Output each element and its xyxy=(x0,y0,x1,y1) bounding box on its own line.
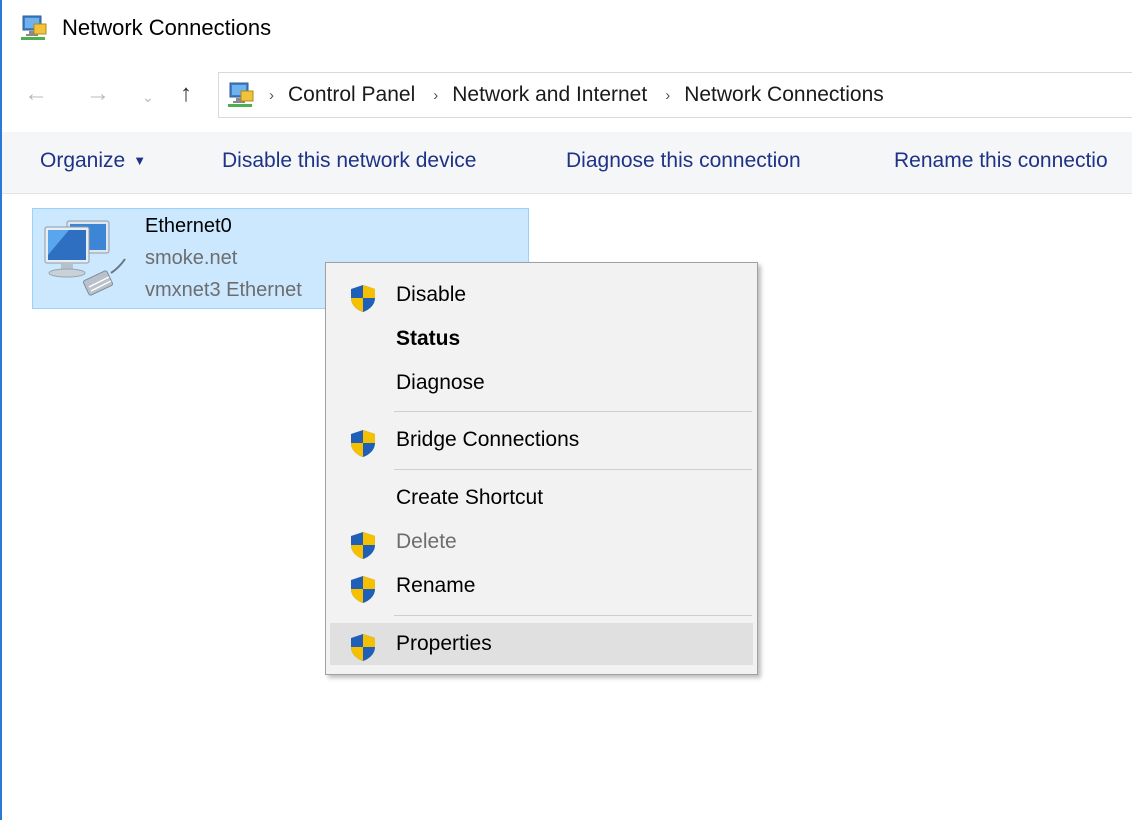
uac-shield-icon xyxy=(351,634,375,661)
menu-item-diagnose[interactable]: Diagnose xyxy=(330,362,753,404)
menu-item-label: Rename xyxy=(396,574,476,597)
network-connections-icon xyxy=(228,82,254,107)
menu-item-properties[interactable]: Properties xyxy=(330,623,753,665)
menu-item-label: Status xyxy=(396,327,461,350)
uac-shield-icon xyxy=(351,430,375,457)
context-menu: Disable Status Diagnose Bridge Connectio… xyxy=(325,262,758,675)
address-bar[interactable]: › Control Panel › Network and Internet ›… xyxy=(218,72,1132,118)
menu-item-label: Diagnose xyxy=(396,371,485,394)
forward-arrow-icon[interactable]: → xyxy=(86,79,110,109)
diagnose-connection-button[interactable]: Diagnose this connection xyxy=(566,149,801,173)
title-bar: Network Connections xyxy=(2,0,1132,56)
menu-item-create-shortcut[interactable]: Create Shortcut xyxy=(330,477,753,519)
menu-item-status[interactable]: Status xyxy=(330,318,753,360)
breadcrumb-network-connections[interactable]: Network Connections xyxy=(684,83,884,107)
rename-connection-button[interactable]: Rename this connectio xyxy=(894,149,1108,173)
menu-item-delete: Delete xyxy=(330,521,753,563)
up-arrow-icon[interactable]: ↑ xyxy=(180,79,192,109)
breadcrumb-control-panel[interactable]: Control Panel xyxy=(288,83,415,107)
ethernet-adapter-icon xyxy=(44,220,126,296)
menu-separator xyxy=(394,615,752,616)
connection-name: Ethernet0 xyxy=(145,215,232,237)
breadcrumb-separator-icon[interactable]: › xyxy=(433,87,438,104)
command-bar: Organize ▼ Disable this network device Di… xyxy=(2,132,1132,194)
back-arrow-icon[interactable]: ← xyxy=(24,79,48,109)
organize-button[interactable]: Organize ▼ xyxy=(40,149,146,173)
menu-separator xyxy=(394,469,752,470)
connection-adapter: vmxnet3 Ethernet xyxy=(145,279,302,301)
navigation-bar: ← → ⌄ ↑ › Control Panel › Network and In… xyxy=(2,64,1132,126)
breadcrumb-separator-icon[interactable]: › xyxy=(665,87,670,104)
menu-item-bridge-connections[interactable]: Bridge Connections xyxy=(330,419,753,461)
window-title: Network Connections xyxy=(62,15,272,40)
menu-item-label: Delete xyxy=(396,530,457,553)
uac-shield-icon xyxy=(351,285,375,312)
disable-network-device-button[interactable]: Disable this network device xyxy=(222,149,476,173)
network-connections-icon xyxy=(21,15,47,40)
menu-item-label: Create Shortcut xyxy=(396,486,544,509)
recent-locations-chevron-icon[interactable]: ⌄ xyxy=(142,82,154,112)
menu-item-disable[interactable]: Disable xyxy=(330,274,753,316)
menu-item-label: Properties xyxy=(396,632,492,655)
organize-label: Organize xyxy=(40,149,126,172)
connection-network: smoke.net xyxy=(145,247,238,269)
breadcrumb: › Control Panel › Network and Internet ›… xyxy=(269,83,902,107)
menu-item-label: Disable xyxy=(396,283,467,306)
menu-item-rename[interactable]: Rename xyxy=(330,565,753,607)
breadcrumb-network-and-internet[interactable]: Network and Internet xyxy=(452,83,647,107)
dropdown-caret-icon: ▼ xyxy=(133,153,147,168)
menu-separator xyxy=(394,411,752,412)
uac-shield-icon xyxy=(351,532,375,559)
uac-shield-icon xyxy=(351,576,375,603)
menu-item-label: Bridge Connections xyxy=(396,428,580,451)
breadcrumb-separator-icon[interactable]: › xyxy=(269,87,274,104)
